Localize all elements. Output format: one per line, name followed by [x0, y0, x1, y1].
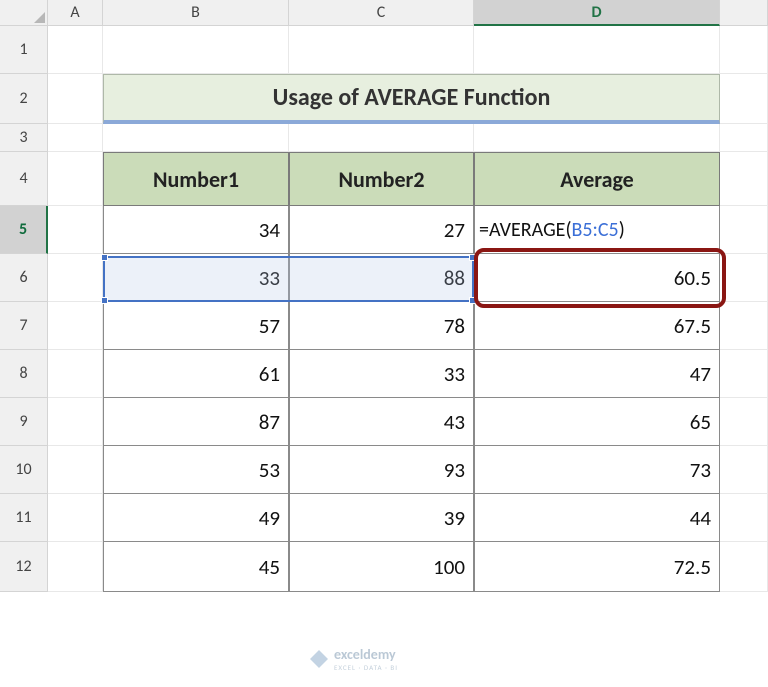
header-number2[interactable]: Number2 — [289, 152, 474, 206]
cell-D3[interactable] — [474, 124, 720, 152]
cell-E4[interactable] — [720, 152, 768, 206]
cell-B7[interactable]: 57 — [103, 302, 289, 350]
formula-prefix: =AVERAGE( — [479, 218, 572, 242]
row-header-5[interactable]: 5 — [0, 206, 48, 254]
formula-suffix: ) — [619, 218, 625, 242]
cell-E6[interactable] — [720, 254, 768, 302]
watermark-brand: exceldemy — [334, 646, 398, 663]
cell-C3[interactable] — [289, 124, 474, 152]
cell-B3[interactable] — [103, 124, 289, 152]
col-header-A[interactable]: A — [48, 0, 103, 26]
cell-E1[interactable] — [720, 26, 768, 74]
cell-A1[interactable] — [48, 26, 103, 74]
cell-C7[interactable]: 78 — [289, 302, 474, 350]
spreadsheet-grid: A B C D 1 2 Usage of AVERAGE Function 3 … — [0, 0, 768, 592]
cell-E8[interactable] — [720, 350, 768, 398]
cell-B11[interactable]: 49 — [103, 494, 289, 542]
cell-D11[interactable]: 44 — [474, 494, 720, 542]
row-header-9[interactable]: 9 — [0, 398, 48, 446]
cell-D12[interactable]: 72.5 — [474, 542, 720, 592]
cell-C10[interactable]: 93 — [289, 446, 474, 494]
cell-A11[interactable] — [48, 494, 103, 542]
cell-D7[interactable]: 67.5 — [474, 302, 720, 350]
cell-D10[interactable]: 73 — [474, 446, 720, 494]
cell-A6[interactable] — [48, 254, 103, 302]
cell-D8[interactable]: 47 — [474, 350, 720, 398]
header-average[interactable]: Average — [474, 152, 720, 206]
cell-C11[interactable]: 39 — [289, 494, 474, 542]
cell-A4[interactable] — [48, 152, 103, 206]
title-cell[interactable]: Usage of AVERAGE Function — [103, 74, 720, 124]
cell-B12[interactable]: 45 — [103, 542, 289, 592]
cell-B8[interactable]: 61 — [103, 350, 289, 398]
cell-B5[interactable]: 34 — [103, 206, 289, 254]
cell-C12[interactable]: 100 — [289, 542, 474, 592]
cell-E3[interactable] — [720, 124, 768, 152]
cell-C9[interactable]: 43 — [289, 398, 474, 446]
cell-D6[interactable]: 60.5 — [474, 254, 720, 302]
formula-ref: B5:C5 — [572, 218, 619, 242]
row-header-8[interactable]: 8 — [0, 350, 48, 398]
cell-E10[interactable] — [720, 446, 768, 494]
cell-B1[interactable] — [103, 26, 289, 74]
col-header-B[interactable]: B — [103, 0, 289, 26]
cell-E7[interactable] — [720, 302, 768, 350]
cell-D5-formula[interactable]: =AVERAGE(B5:C5) — [474, 206, 720, 254]
cell-C8[interactable]: 33 — [289, 350, 474, 398]
cell-C5[interactable]: 27 — [289, 206, 474, 254]
cell-A2[interactable] — [48, 74, 103, 124]
cell-E11[interactable] — [720, 494, 768, 542]
watermark: exceldemy EXCEL · DATA · BI — [310, 646, 398, 672]
cell-E9[interactable] — [720, 398, 768, 446]
logo-icon — [310, 650, 328, 668]
row-header-11[interactable]: 11 — [0, 494, 48, 542]
cell-C1[interactable] — [289, 26, 474, 74]
cell-A10[interactable] — [48, 446, 103, 494]
row-header-1[interactable]: 1 — [0, 26, 48, 74]
select-all-corner[interactable] — [0, 0, 48, 26]
cell-A8[interactable] — [48, 350, 103, 398]
cell-B10[interactable]: 53 — [103, 446, 289, 494]
row-header-6[interactable]: 6 — [0, 254, 48, 302]
cell-E12[interactable] — [720, 542, 768, 592]
cell-D1[interactable] — [474, 26, 720, 74]
cell-D9[interactable]: 65 — [474, 398, 720, 446]
cell-B9[interactable]: 87 — [103, 398, 289, 446]
cell-A5[interactable] — [48, 206, 103, 254]
cell-A12[interactable] — [48, 542, 103, 592]
row-header-2[interactable]: 2 — [0, 74, 48, 124]
cell-A9[interactable] — [48, 398, 103, 446]
cell-E5[interactable] — [720, 206, 768, 254]
col-header-E[interactable] — [720, 0, 768, 26]
cell-B6[interactable]: 33 — [103, 254, 289, 302]
header-number1[interactable]: Number1 — [103, 152, 289, 206]
watermark-subtitle: EXCEL · DATA · BI — [334, 663, 398, 672]
cell-A7[interactable] — [48, 302, 103, 350]
col-header-C[interactable]: C — [289, 0, 474, 26]
col-header-D[interactable]: D — [474, 0, 720, 26]
cell-E2[interactable] — [720, 74, 768, 124]
row-header-7[interactable]: 7 — [0, 302, 48, 350]
cell-A3[interactable] — [48, 124, 103, 152]
row-header-12[interactable]: 12 — [0, 542, 48, 592]
row-header-10[interactable]: 10 — [0, 446, 48, 494]
cell-C6[interactable]: 88 — [289, 254, 474, 302]
row-header-4[interactable]: 4 — [0, 152, 48, 206]
row-header-3[interactable]: 3 — [0, 124, 48, 152]
